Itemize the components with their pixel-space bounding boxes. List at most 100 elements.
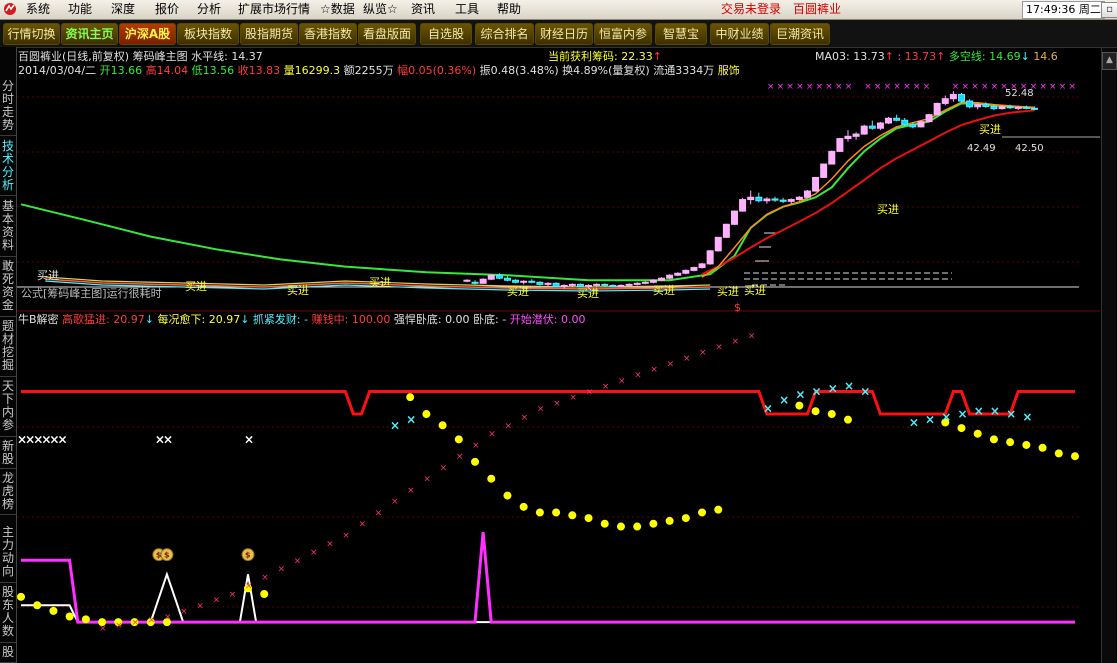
marker-x: × xyxy=(923,82,931,92)
yellow-dot xyxy=(1038,443,1047,452)
buy-signal: 买进 xyxy=(287,284,309,297)
magenta-cross: × xyxy=(277,565,285,575)
candle-body xyxy=(625,283,633,286)
magenta-cross: × xyxy=(213,596,221,606)
yellow-dot xyxy=(406,393,415,402)
magenta-cross: × xyxy=(245,582,253,592)
yellow-dot xyxy=(17,592,25,601)
menu-extended-market[interactable]: 扩展市场行情 xyxy=(238,2,310,17)
candle-body xyxy=(909,124,917,128)
tab-hk-index[interactable]: 香港指数 xyxy=(299,23,357,45)
menu-overview[interactable]: 纵览☆ xyxy=(363,2,398,17)
candle-body xyxy=(917,121,925,128)
candle-body xyxy=(520,280,528,283)
scroll-up-icon[interactable]: ▲ xyxy=(1102,52,1117,70)
magenta-cross: × xyxy=(164,613,172,623)
dollar-signal: $ xyxy=(734,301,741,314)
yellow-dot xyxy=(552,508,561,517)
sidebar-item-technical[interactable]: 技术分析 xyxy=(0,140,16,196)
yellow-dot xyxy=(1071,452,1079,461)
candle-body xyxy=(739,199,747,212)
menu-system[interactable]: 系统 xyxy=(26,2,50,17)
sidebar-item-daredevil-funds[interactable]: 敢死资金 xyxy=(0,260,16,317)
tab-sector-index[interactable]: 板块指数 xyxy=(177,23,239,45)
trade-login-status[interactable]: 交易未登录 xyxy=(721,2,781,17)
yellow-dot xyxy=(1054,449,1063,458)
candle-body xyxy=(682,269,690,274)
menu-quote[interactable]: 报价 xyxy=(155,2,179,17)
yellow-dot xyxy=(1006,438,1015,447)
yellow-dot xyxy=(973,429,982,438)
yellow-dot xyxy=(487,474,496,483)
candle-body xyxy=(795,196,803,201)
sidebar-item-fundamentals[interactable]: 基本资料 xyxy=(0,200,16,257)
cyan-cross: × xyxy=(795,387,805,401)
buy-signal: 买进 xyxy=(507,285,529,298)
price-chart-area[interactable]: × × × × × × × × × × × × × × × × × × × × × × × × × × × × × 买进 买进 买进 买… xyxy=(17,47,1100,663)
menu-tools[interactable]: 工具 xyxy=(455,2,479,17)
sidebar-item-holders[interactable]: 股东人数 xyxy=(0,586,16,643)
menu-function[interactable]: 功能 xyxy=(68,2,92,17)
yellow-dot xyxy=(698,508,707,517)
magenta-cross: × xyxy=(488,430,496,440)
marker-x: × xyxy=(1069,82,1077,92)
money-bag-symbol: $ xyxy=(245,551,251,560)
candle-body xyxy=(763,198,771,202)
sidebar-item-ipo[interactable]: 新股 xyxy=(0,440,16,469)
candle-body xyxy=(957,93,965,102)
magenta-cross: × xyxy=(326,539,334,549)
cyan-cross: × xyxy=(844,379,854,393)
magenta-cross: × xyxy=(261,573,269,583)
magenta-cross: × xyxy=(553,399,561,409)
tab-watchlist[interactable]: 自选股 xyxy=(420,23,472,45)
tab-smart[interactable]: 智慧宝 xyxy=(655,23,707,45)
candle-body xyxy=(552,282,560,287)
yellow-dot xyxy=(260,590,269,599)
cyan-cross: × xyxy=(860,385,870,399)
menu-help[interactable]: 帮助 xyxy=(497,2,521,17)
candle-body xyxy=(844,135,852,140)
tab-shanghai-shenzhen-a[interactable]: 沪深A股 xyxy=(119,23,176,45)
cyan-cross: × xyxy=(925,413,935,427)
price-high-label: 52.48 xyxy=(1005,88,1034,99)
menu-news[interactable]: 资讯 xyxy=(411,2,435,17)
tab-earnings[interactable]: 中财业绩 xyxy=(710,23,769,45)
tab-calendar[interactable]: 财经日历 xyxy=(535,23,593,45)
sidebar-item-themes[interactable]: 题材挖掘 xyxy=(0,320,16,377)
tab-insider[interactable]: 恒富内参 xyxy=(594,23,652,45)
cyan-cross: × xyxy=(1022,410,1032,424)
tab-market-switch[interactable]: 行情切换 xyxy=(3,23,60,45)
cyan-cross: × xyxy=(941,410,951,424)
tab-ranking[interactable]: 综合排名 xyxy=(475,23,534,45)
sidebar-item-insider[interactable]: 天下内参 xyxy=(0,380,16,437)
price-low-label: 42.49 xyxy=(967,143,996,154)
menu-bar: 系统 功能 深度 报价 分析 扩展市场行情 ☆数据 纵览☆ 资讯 工具 帮助 交… xyxy=(0,0,1117,20)
candle-body xyxy=(463,279,471,282)
tab-cninfo[interactable]: 巨潮资讯 xyxy=(770,23,830,45)
app-logo-icon[interactable] xyxy=(3,2,17,16)
magenta-cross: × xyxy=(342,531,350,541)
tab-news-home[interactable]: 资讯主页 xyxy=(61,23,118,45)
sidebar-item-intraday[interactable]: 分时走势 xyxy=(0,80,16,136)
cyan-cross: × xyxy=(990,404,1000,418)
candle-body xyxy=(690,267,698,271)
yellow-dot xyxy=(649,519,658,528)
menu-depth[interactable]: 深度 xyxy=(111,2,135,17)
candle-body xyxy=(990,105,998,110)
menu-analysis[interactable]: 分析 xyxy=(197,2,221,17)
magenta-cross: × xyxy=(634,371,642,381)
sidebar-item-more[interactable]: 股 xyxy=(0,646,16,663)
tab-layout[interactable]: 看盘版面 xyxy=(358,23,416,45)
restore-window-icon[interactable]: ▫ xyxy=(1101,2,1117,18)
sidebar-item-main-force[interactable]: 主力动向 xyxy=(0,526,16,583)
candle-body xyxy=(787,199,795,202)
sidebar-item-top-list[interactable]: 龙虎榜 xyxy=(0,472,16,515)
yellow-dot xyxy=(1022,440,1031,449)
menu-data[interactable]: ☆数据 xyxy=(320,2,355,17)
candle-body xyxy=(998,106,1006,110)
formula-note: 公式[筹码峰主图]运行很耗时 xyxy=(21,286,162,300)
candle-body xyxy=(487,274,495,280)
tab-index-futures[interactable]: 股指期货 xyxy=(240,23,298,45)
magenta-cross: × xyxy=(618,376,626,386)
candle-body xyxy=(666,274,674,279)
